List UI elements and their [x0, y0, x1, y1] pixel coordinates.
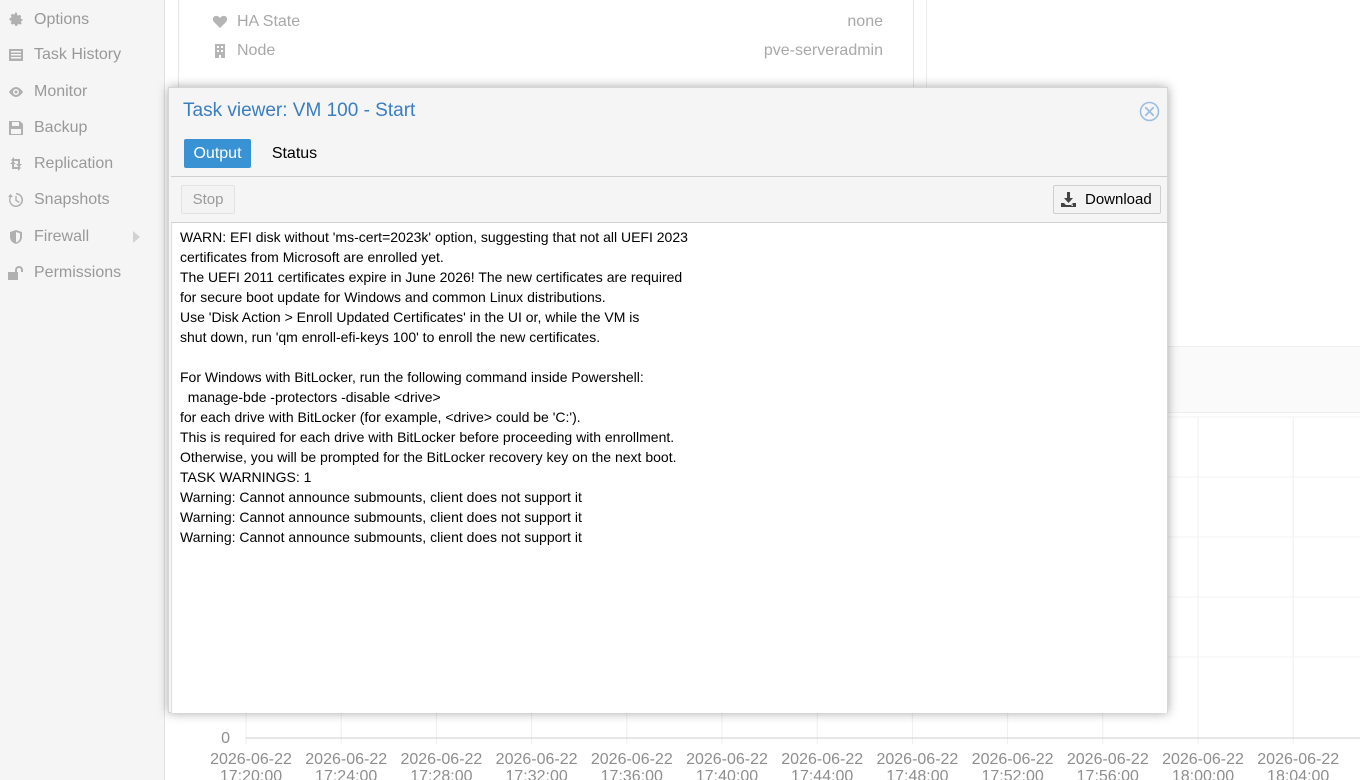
x-tick-time: 17:32:00	[505, 768, 567, 780]
eye-icon	[7, 83, 25, 101]
x-tick-date: 2026-06-22	[305, 751, 387, 768]
nav-item-options[interactable]: Options	[0, 8, 160, 32]
nav-item-permissions[interactable]: Permissions	[0, 261, 160, 285]
x-tick-date: 2026-06-22	[876, 751, 958, 768]
y-tick-label: 0	[221, 730, 230, 747]
nav-item-task-history[interactable]: Task History	[0, 43, 160, 67]
log-line: Warning: Cannot announce submounts, clie…	[180, 489, 582, 505]
nav-item-label: Backup	[34, 119, 88, 136]
status-label: Node	[237, 42, 276, 59]
chevron-right-icon[interactable]	[132, 230, 142, 243]
dialog-title: Task viewer: VM 100 - Start	[183, 100, 416, 121]
log-line: shut down, run 'qm enroll-efi-keys 100' …	[180, 329, 601, 345]
log-line: The UEFI 2011 certificates expire in Jun…	[180, 269, 683, 285]
x-tick-time: 17:44:00	[791, 768, 853, 780]
download-icon	[1060, 191, 1077, 208]
nav-item-backup[interactable]: Backup	[0, 116, 160, 140]
log-line: Use 'Disk Action > Enroll Updated Certif…	[180, 309, 640, 325]
log-line: for each drive with BitLocker (for examp…	[180, 409, 581, 425]
task-viewer-dialog: Task viewer: VM 100 - Start Output Statu…	[168, 87, 1168, 713]
panel-divider	[926, 0, 927, 88]
output-toolbar: Stop Download	[171, 177, 1167, 223]
retweet-icon	[7, 155, 25, 173]
x-tick-time: 18:00:00	[1172, 768, 1234, 780]
x-tick-time: 17:48:00	[886, 768, 948, 780]
nav-item-replication[interactable]: Replication	[0, 152, 160, 176]
stop-button[interactable]: Stop	[181, 185, 235, 214]
close-button[interactable]	[1139, 101, 1160, 122]
log-line: Warning: Cannot announce submounts, clie…	[180, 509, 582, 525]
log-line: certificates from Microsoft are enrolled…	[180, 249, 444, 265]
status-label: HA State	[237, 13, 301, 30]
status-row-ha-state: HA State none	[211, 11, 883, 33]
x-tick-date: 2026-06-22	[496, 751, 578, 768]
nav-item-label: Task History	[34, 46, 122, 63]
x-tick-date: 2026-06-22	[972, 751, 1054, 768]
output-panel: Stop Download WARN: EFI disk without 'ms…	[171, 176, 1167, 713]
status-value: pve-serveradmin	[763, 42, 883, 59]
download-label: Download	[1085, 191, 1152, 208]
nav-item-label: Firewall	[34, 228, 90, 245]
log-line: Otherwise, you will be prompted for the …	[180, 449, 677, 465]
x-tick-time: 17:52:00	[981, 768, 1043, 780]
log-line: Warning: Cannot announce submounts, clie…	[180, 529, 582, 545]
x-tick-time: 17:20:00	[220, 768, 282, 780]
unlock-icon	[7, 264, 25, 282]
nav-item-label: Snapshots	[34, 191, 110, 208]
log-line: For Windows with BitLocker, run the foll…	[180, 369, 644, 385]
status-value: none	[847, 13, 883, 30]
nav-item-label: Monitor	[34, 83, 88, 100]
heartbeat-icon	[211, 13, 229, 31]
log-line: manage-bde -protectors -disable <drive>	[180, 389, 441, 405]
x-tick-date: 2026-06-22	[400, 751, 482, 768]
x-tick-date: 2026-06-22	[591, 751, 673, 768]
x-tick-date: 2026-06-22	[686, 751, 768, 768]
download-button[interactable]: Download	[1053, 185, 1161, 214]
x-tick-date: 2026-06-22	[210, 751, 292, 768]
shield-icon	[7, 228, 25, 246]
resource-nav: Options Task History Monitor Backup Repl…	[0, 0, 165, 780]
history-icon	[7, 191, 25, 209]
nav-item-firewall[interactable]: Firewall	[0, 225, 160, 249]
x-tick-time: 17:56:00	[1077, 768, 1139, 780]
x-tick-time: 17:36:00	[601, 768, 663, 780]
nav-item-snapshots[interactable]: Snapshots	[0, 188, 160, 212]
close-icon	[1139, 101, 1160, 122]
x-tick-date: 2026-06-22	[781, 751, 863, 768]
x-tick-date: 2026-06-22	[1257, 751, 1339, 768]
list-icon	[7, 46, 25, 64]
x-tick-time: 17:40:00	[696, 768, 758, 780]
gear-icon	[7, 11, 25, 29]
log-line: TASK WARNINGS: 1	[180, 469, 312, 485]
log-line: This is required for each drive with Bit…	[180, 429, 675, 445]
task-log[interactable]: WARN: EFI disk without 'ms-cert=2023k' o…	[171, 223, 1167, 713]
floppy-icon	[7, 119, 25, 137]
nav-item-label: Options	[34, 11, 90, 28]
x-tick-date: 2026-06-22	[1162, 751, 1244, 768]
nav-item-label: Permissions	[34, 264, 122, 281]
vm-status-panel: HA State none Node pve-serveradmin	[178, 0, 914, 88]
x-tick-time: 17:28:00	[410, 768, 472, 780]
x-tick-time: 18:04:00	[1267, 768, 1329, 780]
x-tick-time: 17:24:00	[315, 768, 377, 780]
nav-item-label: Replication	[34, 155, 114, 172]
nav-item-monitor[interactable]: Monitor	[0, 80, 160, 104]
log-line: for secure boot update for Windows and c…	[180, 289, 606, 305]
tab-status[interactable]: Status	[261, 139, 328, 168]
log-line: WARN: EFI disk without 'ms-cert=2023k' o…	[180, 229, 688, 245]
tab-output[interactable]: Output	[184, 139, 251, 168]
x-tick-date: 2026-06-22	[1067, 751, 1149, 768]
building-icon	[211, 42, 229, 60]
status-row-node: Node pve-serveradmin	[211, 40, 883, 62]
